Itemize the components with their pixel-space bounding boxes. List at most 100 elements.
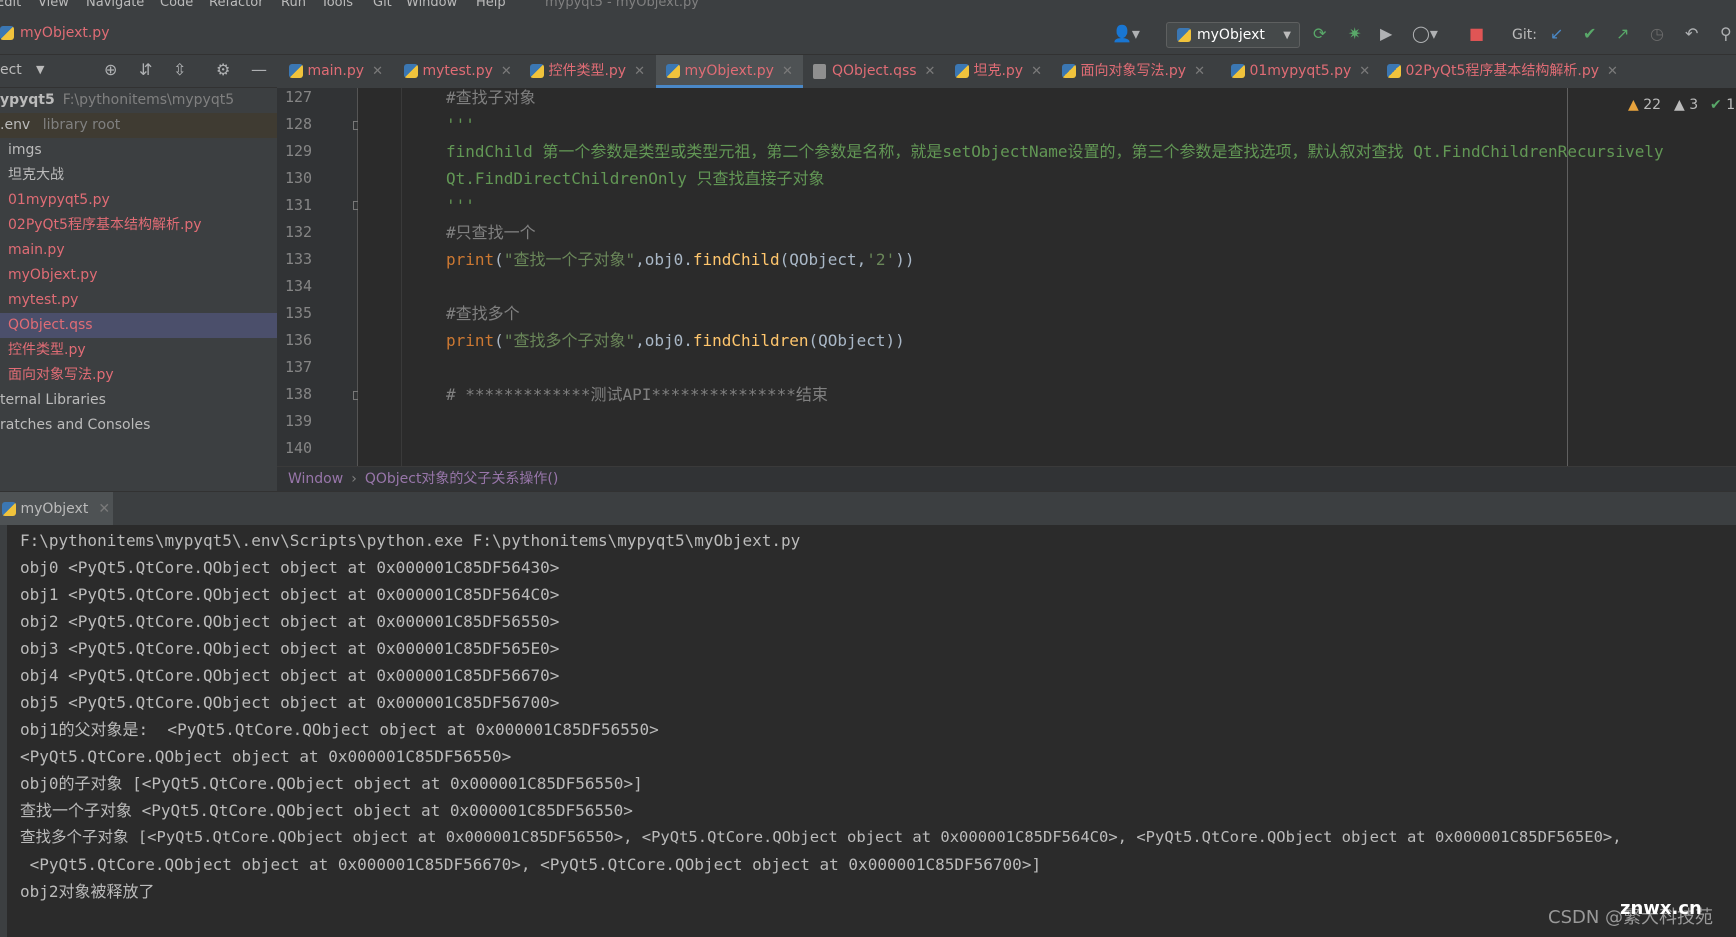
git-push-icon[interactable]: ↗ (1616, 26, 1629, 42)
inspection-warnings[interactable]: ▲ 22 (1628, 97, 1661, 113)
menu-code[interactable]: Code (160, 0, 193, 10)
menu-window[interactable]: Window (406, 0, 457, 10)
close-icon[interactable]: ✕ (782, 64, 793, 79)
debug-icon[interactable]: ✷ (1348, 26, 1361, 42)
code-line: #查找子对象 (446, 88, 536, 107)
close-icon[interactable]: ✕ (1359, 64, 1370, 79)
code-line: # *************测试API***************结束 (446, 385, 828, 404)
hide-icon[interactable]: — (251, 60, 267, 79)
breadcrumb-method[interactable]: QObject对象的父子关系操作() (365, 471, 559, 487)
project-toolbar: ect ▼ ⊕ ⇵ ⇳ ⚙ — (0, 55, 277, 88)
project-panel-title[interactable]: ect (0, 62, 22, 78)
tree-item-myobjext[interactable]: myObjext.py (0, 263, 277, 288)
close-icon[interactable]: ✕ (98, 501, 110, 517)
line-number: 136 (285, 331, 313, 349)
stop-icon[interactable]: ■ (1469, 26, 1484, 42)
line-number: 137 (285, 358, 313, 376)
run-configuration-label: myObjext (1197, 27, 1265, 43)
run-tab-bar: myObjext ✕ (0, 491, 1736, 527)
tree-item-external-libraries[interactable]: ternal Libraries (0, 388, 277, 413)
tree-item-mytest[interactable]: mytest.py (0, 288, 277, 313)
tree-item-tank-folder[interactable]: 坦克大战 (0, 163, 277, 188)
code-editor[interactable]: #查找子对象 ''' findChild 第一个参数是类型或类型元祖，第二个参数… (358, 88, 1736, 466)
inspection-weak-warnings[interactable]: ▲ 3 (1674, 97, 1698, 113)
menu-git[interactable]: Git (373, 0, 392, 10)
locate-file-icon[interactable]: ⊕ (104, 60, 117, 79)
close-icon[interactable]: ✕ (1194, 64, 1205, 79)
menu-help[interactable]: Help (476, 0, 506, 10)
tab-01mypyqt5[interactable]: 01mypyqt5.py ✕ (1231, 55, 1370, 88)
tab-qobject-qss[interactable]: QObject.qss ✕ (813, 55, 935, 88)
close-icon[interactable]: ✕ (634, 64, 645, 79)
tree-root[interactable]: ypyqt5 F:\pythonitems\mypyqt5 (0, 88, 277, 113)
console-line: obj4 <PyQt5.QtCore.QObject object at 0x0… (20, 666, 560, 685)
rollback-icon[interactable]: ↶ (1685, 26, 1698, 42)
breadcrumb-class[interactable]: Window (288, 471, 343, 487)
menu-refactor[interactable]: Refactor (209, 0, 264, 10)
tree-item-label: 控件类型.py (8, 342, 86, 358)
close-icon[interactable]: ✕ (1607, 64, 1618, 79)
tab-main[interactable]: main.py ✕ (289, 55, 383, 88)
project-tree: ypyqt5 F:\pythonitems\mypyqt5 .env librar… (0, 88, 277, 491)
user-icon[interactable]: 👤▾ (1112, 26, 1140, 42)
code-token: ,obj0. (635, 331, 693, 350)
tree-item-oop[interactable]: 面向对象写法.py (0, 363, 277, 388)
run-console[interactable]: F:\pythonitems\mypyqt5\.env\Scripts\pyth… (0, 525, 1736, 937)
menu-run[interactable]: Run (281, 0, 306, 10)
tree-item-qobject-qss[interactable]: QObject.qss (0, 313, 277, 338)
tab-mytest[interactable]: mytest.py ✕ (404, 55, 512, 88)
line-number: 139 (285, 412, 313, 430)
menu-edit[interactable]: Edit (0, 0, 21, 10)
tab-oop[interactable]: 面向对象写法.py ✕ (1062, 55, 1205, 88)
tree-item-main[interactable]: main.py (0, 238, 277, 263)
profile-icon[interactable]: ◯▾ (1412, 26, 1438, 42)
tab-02pyqt5[interactable]: 02PyQt5程序基本结构解析.py ✕ (1387, 55, 1618, 88)
nav-breadcrumb-file[interactable]: myObjext.py (20, 25, 109, 41)
search-icon[interactable]: ⚲ (1720, 26, 1732, 42)
stylesheet-file-icon (813, 63, 826, 79)
tree-item-label: mytest.py (8, 292, 79, 308)
tree-item-widget-types[interactable]: 控件类型.py (0, 338, 277, 363)
tab-widget-types[interactable]: 控件类型.py ✕ (530, 55, 645, 88)
inspection-ok[interactable]: ✔ 1 (1710, 97, 1735, 113)
tab-label: mytest.py (422, 63, 493, 79)
close-icon[interactable]: ✕ (1031, 64, 1042, 79)
nav-breadcrumb[interactable]: myObjext.py (0, 25, 109, 41)
tree-item-02pyqt5[interactable]: 02PyQt5程序基本结构解析.py (0, 213, 277, 238)
history-icon[interactable]: ◷ (1650, 26, 1664, 42)
close-icon[interactable]: ✕ (372, 64, 383, 79)
git-commit-icon[interactable]: ✔ (1583, 26, 1596, 42)
line-number: 134 (285, 277, 313, 295)
tree-item-scratches[interactable]: ratches and Consoles (0, 413, 277, 438)
code-line: print("查找多个子对象",obj0.findChildren(QObjec… (446, 327, 905, 354)
code-token: ,obj0. (635, 250, 693, 269)
git-update-icon[interactable]: ↙ (1550, 26, 1563, 42)
chevron-down-icon[interactable]: ▼ (36, 63, 44, 76)
menu-bar: Edit View Navigate Code Refactor Run Too… (0, 0, 1736, 14)
python-file-icon (1387, 64, 1401, 78)
rerun-icon[interactable]: ⟳ (1313, 26, 1326, 42)
tab-tank[interactable]: 坦克.py ✕ (955, 55, 1042, 88)
tab-myobjext[interactable]: myObjext.py ✕ (656, 55, 803, 88)
run-tab[interactable]: myObjext ✕ (0, 492, 113, 526)
menu-tools[interactable]: Tools (321, 0, 353, 10)
run-configuration-select[interactable]: myObjext ▼ (1166, 22, 1300, 48)
tree-item-label: ratches and Consoles (0, 417, 151, 433)
code-token: (QObject)) (808, 331, 905, 350)
python-file-icon (530, 64, 544, 78)
tree-item-label: .env (0, 117, 31, 133)
tree-item-01mypyqt5[interactable]: 01mypyqt5.py (0, 188, 277, 213)
menu-view[interactable]: View (38, 0, 69, 10)
collapse-all-icon[interactable]: ⇳ (173, 60, 186, 79)
gear-icon[interactable]: ⚙ (216, 60, 230, 79)
expand-all-icon[interactable]: ⇵ (139, 60, 152, 79)
line-number: 132 (285, 223, 313, 241)
menu-navigate[interactable]: Navigate (86, 0, 144, 10)
tab-label: 控件类型.py (548, 63, 627, 79)
line-number: 131 (285, 196, 313, 214)
close-icon[interactable]: ✕ (501, 64, 512, 79)
close-icon[interactable]: ✕ (925, 64, 936, 79)
run-with-coverage-icon[interactable]: ▶ (1380, 26, 1392, 42)
tree-item-env[interactable]: .env library root (0, 113, 277, 138)
tree-item-imgs[interactable]: imgs (0, 138, 277, 163)
